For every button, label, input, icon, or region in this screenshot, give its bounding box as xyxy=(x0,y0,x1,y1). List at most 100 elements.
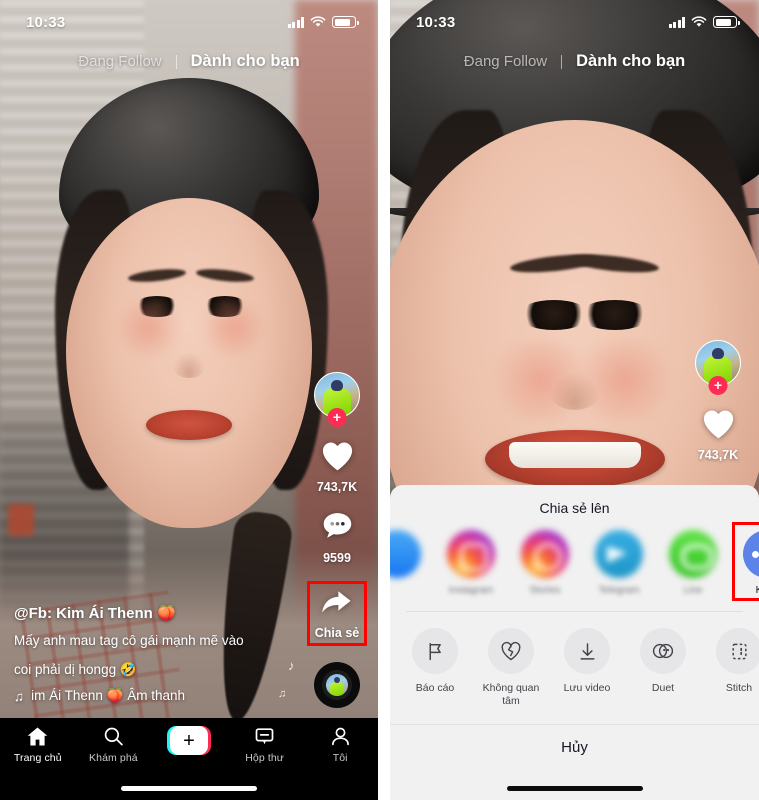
tab-separator xyxy=(561,54,563,69)
status-bar-left: 10:33 xyxy=(0,0,378,44)
comment-icon xyxy=(320,510,355,548)
share-app-label: Instagram xyxy=(448,585,494,596)
video-caption: @Fb: Kim Ái Thenn 🍑 Mấy anh mau tag cô g… xyxy=(14,604,292,704)
search-icon xyxy=(104,727,123,746)
share-app-facebook[interactable] xyxy=(390,530,426,585)
comment-button[interactable]: 9599 xyxy=(320,510,355,565)
top-tabs-right: Đang Follow Dành cho bạn xyxy=(390,52,759,71)
share-app-line[interactable]: Line xyxy=(664,530,722,597)
music-note-decor-1: ♪ xyxy=(288,658,295,673)
music-title: im Ái Thenn 🍑 Âm thanh xyxy=(31,688,186,703)
tab-separator xyxy=(175,54,177,69)
share-app-telegram[interactable]: Telegram xyxy=(590,530,648,597)
share-button[interactable]: Chia sẻ xyxy=(306,581,368,646)
home-indicator-left xyxy=(121,786,257,791)
share-arrow-icon xyxy=(319,588,356,623)
duet-icon xyxy=(640,628,686,674)
flag-icon xyxy=(412,628,458,674)
home-icon xyxy=(27,727,48,746)
share-app-row[interactable]: Instagram Stories Telegram Line K xyxy=(390,516,759,605)
share-app-more[interactable]: Khác xyxy=(732,522,759,601)
option-label: Lưu video xyxy=(563,682,611,694)
like-button[interactable]: 743,7K xyxy=(317,438,357,494)
tab-for-you[interactable]: Dành cho bạn xyxy=(191,52,300,71)
tab-following[interactable]: Đang Follow xyxy=(78,53,161,70)
share-app-stories[interactable]: Stories xyxy=(516,530,574,597)
share-option-row[interactable]: Báo cáo Không quan tâm Lưu video Duet St… xyxy=(390,612,759,718)
instagram-stories-icon xyxy=(521,530,569,578)
creator-avatar-button[interactable]: + xyxy=(314,372,360,427)
battery-icon xyxy=(332,16,359,28)
tab-discover[interactable]: Khám phá xyxy=(76,726,152,764)
caption-line-1: Mấy anh mau tag cô gái mạnh mẽ vào xyxy=(14,633,244,648)
option-not-interested[interactable]: Không quan tâm xyxy=(480,628,542,708)
tab-inbox-label: Hộp thư xyxy=(245,752,284,764)
cellular-signal-icon xyxy=(287,16,304,28)
cancel-button[interactable]: Hủy xyxy=(390,725,759,766)
top-tabs-left: Đang Follow Dành cho bạn xyxy=(0,52,378,71)
share-app-label: Stories xyxy=(529,585,561,596)
instagram-icon xyxy=(447,530,495,578)
creator-username[interactable]: @Fb: Kim Ái Thenn 🍑 xyxy=(14,604,292,622)
share-app-label: Line xyxy=(683,585,703,596)
tab-following[interactable]: Đang Follow xyxy=(464,53,547,70)
caption-line-2: coi phải dị hongg 🤣 xyxy=(14,662,137,677)
tab-discover-label: Khám phá xyxy=(89,752,138,764)
music-note-decor-2: ♫ xyxy=(278,688,287,700)
phone-screen-right: 10:33 Đang Follow Dành cho bạn + 743,7K … xyxy=(390,0,759,800)
cellular-signal-icon xyxy=(668,16,685,28)
like-count: 743,7K xyxy=(697,448,739,462)
music-note-icon: ♫ xyxy=(14,688,25,704)
wifi-icon xyxy=(310,16,326,27)
screenshot-stage: 10:33 Đang Follow Dành cho bạn + 743,7K … xyxy=(0,0,759,800)
tab-inbox[interactable]: Hộp thư xyxy=(227,726,303,764)
status-time-right: 10:33 xyxy=(416,13,456,31)
share-label: Chia sẻ xyxy=(314,626,360,640)
battery-icon xyxy=(713,16,740,28)
like-button[interactable]: 743,7K xyxy=(698,406,738,462)
option-duet[interactable]: Duet xyxy=(632,628,694,708)
follow-plus-icon[interactable]: + xyxy=(327,408,347,427)
option-report[interactable]: Báo cáo xyxy=(404,628,466,708)
tab-profile[interactable]: Tôi xyxy=(302,726,378,764)
phone-screen-left: 10:33 Đang Follow Dành cho bạn + 743,7K … xyxy=(0,0,378,800)
share-sheet: Chia sẻ lên Instagram Stories Telegram L… xyxy=(390,485,759,800)
music-disc-icon[interactable]: ♪ ♫ xyxy=(278,658,360,708)
option-save-video[interactable]: Lưu video xyxy=(556,628,618,708)
heart-icon xyxy=(700,406,737,445)
share-sheet-title: Chia sẻ lên xyxy=(539,500,610,516)
broken-heart-icon xyxy=(488,628,534,674)
option-stitch[interactable]: Stitch xyxy=(708,628,759,708)
highlight-box-more xyxy=(732,522,759,601)
line-icon xyxy=(669,530,717,578)
comment-count: 9599 xyxy=(323,551,351,565)
tab-home-label: Trang chủ xyxy=(13,752,62,764)
like-count: 743,7K xyxy=(316,480,358,494)
option-label: Duet xyxy=(651,682,675,694)
stitch-icon xyxy=(716,628,759,674)
home-indicator-right xyxy=(506,786,643,791)
tab-home[interactable]: Trang chủ xyxy=(0,726,76,764)
creator-avatar-button[interactable]: + xyxy=(695,340,741,395)
wifi-icon xyxy=(691,16,707,27)
share-app-label: Telegram xyxy=(598,585,640,596)
facebook-icon xyxy=(390,530,421,578)
telegram-icon xyxy=(595,530,643,578)
option-label: Báo cáo xyxy=(415,682,455,694)
heart-icon xyxy=(319,438,356,477)
share-app-instagram[interactable]: Instagram xyxy=(442,530,500,597)
download-icon xyxy=(564,628,610,674)
option-label: Không quan tâm xyxy=(482,682,540,707)
follow-plus-icon[interactable]: + xyxy=(708,376,728,395)
music-row[interactable]: ♫ im Ái Thenn 🍑 Âm thanh xyxy=(14,688,292,704)
create-plus-icon[interactable]: + xyxy=(166,726,211,755)
tab-profile-label: Tôi xyxy=(332,752,348,764)
tab-for-you[interactable]: Dành cho bạn xyxy=(576,52,685,71)
tab-create[interactable]: + xyxy=(151,726,227,755)
status-time: 10:33 xyxy=(26,13,66,31)
option-label: Stitch xyxy=(725,682,753,694)
action-rail-left: + 743,7K 9599 Chia sẻ ♪ ♫ xyxy=(278,372,368,708)
status-bar-right: 10:33 xyxy=(390,0,759,44)
action-rail-right: + 743,7K xyxy=(687,340,749,478)
inbox-icon xyxy=(255,728,274,745)
